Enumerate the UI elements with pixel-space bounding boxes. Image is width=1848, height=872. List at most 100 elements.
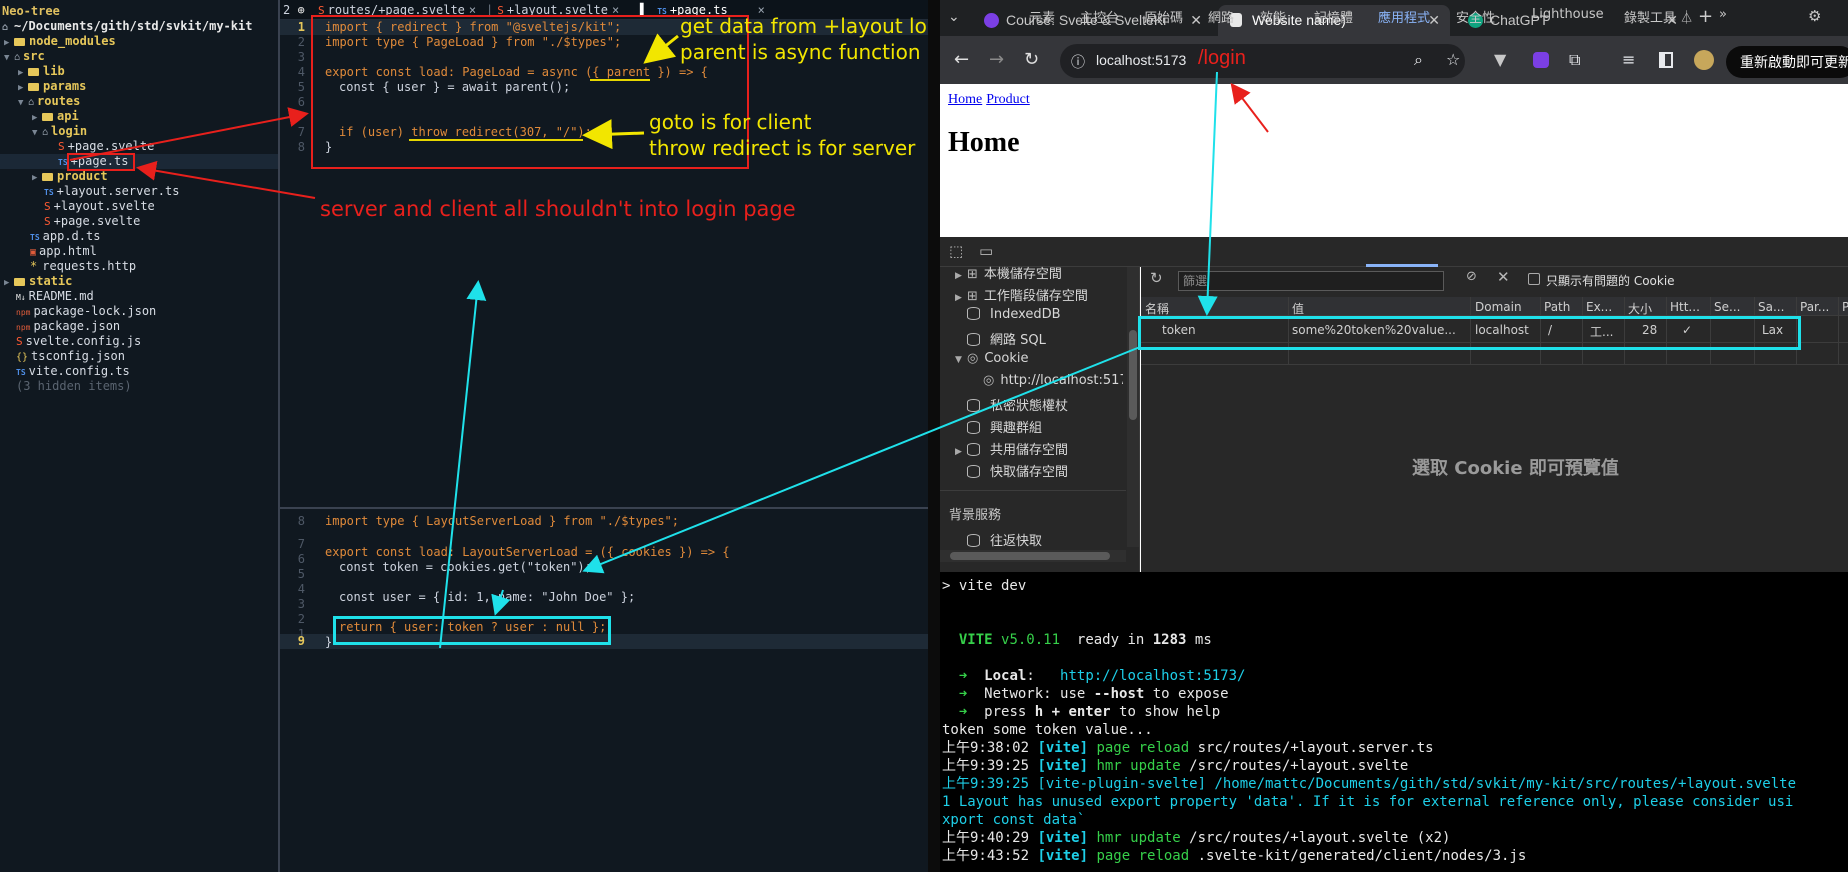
devtools-tab-network[interactable]: 網路 [1208,7,1234,26]
restart-to-update-button[interactable]: 重新啟動即可更新 [1726,46,1848,78]
sidebar-item-cache-storage[interactable]: 快取儲存空間 [967,461,1068,480]
col-expires[interactable]: Ex... [1586,300,1612,314]
col-value[interactable]: 值 [1292,300,1304,317]
col-secure[interactable]: Se... [1714,300,1740,314]
tree-item-src[interactable]: ▼ ⌂ src [4,49,45,64]
tree-item-app-d-ts[interactable]: TS app.d.ts [30,229,100,244]
col-path[interactable]: Path [1544,300,1570,314]
inspect-element-icon[interactable]: ⬚ [949,242,963,260]
devtools-tab-application[interactable]: 應用程式 [1378,7,1430,26]
tree-item-login-page-svelte[interactable]: Ѕ +page.svelte [58,139,154,154]
json-file-icon: {} [16,352,29,363]
tree-item-api[interactable]: ▶ api [32,109,79,124]
devtools-tab-recorder[interactable]: 錄製工具 ⏃ [1624,7,1693,26]
tree-item-tsconfig[interactable]: {} tsconfig.json [16,349,125,364]
media-controls-icon[interactable]: ≡ [1622,50,1635,69]
chevron-down-icon: ▼ [955,355,962,365]
tree-item-package-json[interactable]: npm package.json [16,319,120,334]
tab-search-icon[interactable]: ⌄ [948,9,960,25]
tree-item-app-html[interactable]: ▣ app.html [30,244,97,259]
vertical-scrollbar-thumb[interactable] [1129,330,1137,420]
nav-link-home[interactable]: Home [948,92,982,107]
clear-filter-icon[interactable]: ⊘ [1466,269,1477,284]
col-httponly[interactable]: Htt... [1670,300,1700,314]
tree-item-vite-config[interactable]: TS vite.config.ts [16,364,130,379]
terminal-line: xport const data` [942,812,1086,828]
code-line[interactable]: import type { LayoutServerLoad } from ".… [325,514,679,529]
delete-icon[interactable]: ✕ [1497,268,1510,286]
refresh-icon[interactable]: ↻ [1150,269,1163,287]
sidebar-item-interest-groups[interactable]: 興趣群組 [967,417,1042,436]
editor-split-divider[interactable] [280,507,928,509]
line-number: 4 [297,582,305,596]
device-toolbar-icon[interactable]: ▭ [979,242,993,260]
tree-item-product[interactable]: ▶ product [32,169,108,184]
code-line[interactable]: const token = cookies.get("token"); [339,560,592,575]
site-info-icon[interactable]: ⓘ [1071,52,1085,72]
col-size[interactable]: 大小 [1628,300,1652,317]
more-tabs-icon[interactable]: » [1719,7,1727,22]
col-partition[interactable]: Par... [1800,300,1829,314]
devtools-tab-sources[interactable]: 原始碼 [1144,7,1183,26]
profile-avatar[interactable] [1694,50,1714,70]
only-issues-checkbox[interactable] [1528,273,1540,285]
extension-icon[interactable] [1533,52,1549,68]
sidebar-item-shared-storage[interactable]: ▶ 共用儲存空間 [955,439,1068,458]
sidebar-item-cookies[interactable]: ▼ ◎ Cookie [955,351,1028,366]
tree-item-requests-http[interactable]: * requests.http [30,259,136,274]
devtools-tab-console[interactable]: 主控台 [1080,7,1119,26]
address-url[interactable]: localhost:5173 [1096,52,1186,68]
col-name[interactable]: 名稱 [1145,300,1169,317]
side-panel-icon[interactable] [1659,52,1673,68]
zoom-icon[interactable]: ⌕ [1414,50,1423,70]
extensions-puzzle-icon[interactable]: ⧉ [1569,50,1580,70]
code-line[interactable]: } [325,635,332,650]
col-samesite[interactable]: Sa... [1758,300,1784,314]
sidebar-item-private-state-tokens[interactable]: 私密狀態權杖 [967,395,1068,414]
horizontal-scrollbar-thumb[interactable] [950,552,1110,560]
tree-item-login[interactable]: ▼ ⌂ login [32,124,87,139]
settings-gear-icon[interactable]: ⚙ [1808,7,1821,25]
sidebar-item-bfcache[interactable]: 往返快取 [967,530,1042,549]
devtools-tab-elements[interactable]: 元素 [1029,7,1055,26]
tree-item-routes[interactable]: ▼ ⌂ routes [18,94,80,109]
tree-item-svelte-config[interactable]: Ѕsvelte.config.js [16,334,141,349]
new-tab-button[interactable]: + [1698,6,1713,27]
devtools-tab-security[interactable]: 安全性 [1456,7,1495,26]
tree-item-layout-server-ts[interactable]: TS +layout.server.ts [44,184,179,199]
cookie-filter-input[interactable]: 篩選 [1178,271,1444,291]
tree-item-static[interactable]: ▶ static [4,274,72,289]
tree-item-readme[interactable]: M↓ README.md [16,289,94,304]
sidebar-item-cookie-origin[interactable]: ◎ http://localhost:5173 [983,373,1123,388]
sidebar-item-indexeddb[interactable]: IndexedDB [967,307,1061,322]
close-icon[interactable]: ✕ [1190,5,1202,35]
devtools-tab-performance[interactable]: 效能 [1260,7,1286,26]
sidebar-item-web-sql[interactable]: 網路 SQL [967,329,1046,348]
table-icon: ⊞ [967,289,978,304]
tree-item-lib[interactable]: ▶ lib [18,64,65,79]
code-line[interactable]: const user = { id: 1, name: "John Doe" }… [339,590,635,605]
cookie-preview-message: 選取 Cookie 即可預覽值 [1412,458,1619,479]
tree-item-package-lock[interactable]: npm package-lock.json [16,304,156,319]
devtools-tab-lighthouse[interactable]: Lighthouse [1532,7,1604,22]
tree-item-node-modules[interactable]: ▶ node_modules [4,34,116,49]
reload-icon[interactable]: ↻ [1024,49,1039,71]
sidebar-item-session-storage[interactable]: ▶ ⊞ 工作階段儲存空間 [955,285,1088,304]
tree-item-layout-svelte[interactable]: Ѕ +layout.svelte [44,199,155,214]
forward-arrow-icon[interactable]: → [989,49,1004,71]
tree-hidden-items[interactable]: (3 hidden items) [16,379,132,394]
col-priority[interactable]: P [1842,300,1848,314]
sidebar-item-local-storage[interactable]: ▶ ⊞ 本機儲存空間 [955,263,1062,282]
bookmark-star-icon[interactable]: ☆ [1446,50,1460,69]
devtools-tab-memory[interactable]: 記憶體 [1314,7,1353,26]
http-file-icon: * [30,259,38,273]
col-domain[interactable]: Domain [1475,300,1522,314]
close-icon[interactable]: ✕ [1428,5,1440,35]
extension-vue-icon[interactable]: ▼ [1494,50,1506,69]
tree-item-login-page-ts[interactable]: TS +page.ts [0,154,278,169]
tree-item-params[interactable]: ▶ params [18,79,86,94]
nav-link-product[interactable]: Product [986,92,1030,107]
code-line[interactable]: export const load: LayoutServerLoad = ({… [325,545,730,560]
tree-item-page-svelte[interactable]: Ѕ +page.svelte [44,214,140,229]
back-arrow-icon[interactable]: ← [954,49,969,71]
